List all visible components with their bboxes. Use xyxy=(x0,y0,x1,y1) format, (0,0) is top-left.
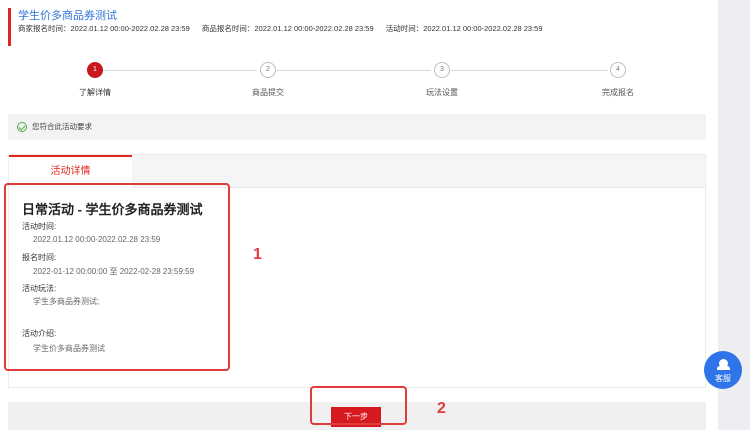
customer-service-button[interactable]: 客服 xyxy=(704,351,742,389)
eligibility-notice: 您符合此活动要求 xyxy=(8,114,706,140)
step-3-label: 玩法设置 xyxy=(426,88,458,97)
customer-service-label: 客服 xyxy=(715,374,731,383)
step-4-indicator: 4 xyxy=(610,62,626,78)
step-3-indicator: 3 xyxy=(434,62,450,78)
annotation-box-2 xyxy=(310,386,407,425)
annotation-box-1 xyxy=(4,183,230,371)
step-connector xyxy=(277,70,431,71)
step-4-label: 完成报名 xyxy=(602,88,634,97)
annotation-number-2: 2 xyxy=(437,400,446,417)
eligibility-text: 您符合此活动要求 xyxy=(32,122,92,131)
check-circle-icon xyxy=(17,122,27,132)
headset-icon xyxy=(717,359,730,370)
activity-time-info: 商家报名时间：2022.01.12 00:00-2022.02.28 23:59… xyxy=(18,23,708,35)
step-1-indicator: 1 xyxy=(87,62,103,78)
product-signup-time: 商品报名时间：2022.01.12 00:00-2022.02.28 23:59 xyxy=(201,24,374,33)
merchant-signup-time: 商家报名时间：2022.01.12 00:00-2022.02.28 23:59 xyxy=(18,24,190,33)
progress-steps: 1 了解详情 2 商品提交 3 玩法设置 4 完成报名 xyxy=(0,62,718,100)
step-1-label: 了解详情 xyxy=(79,88,111,97)
step-connector xyxy=(451,70,608,71)
activity-header: 学生价多商品券测试 商家报名时间：2022.01.12 00:00-2022.0… xyxy=(8,8,708,46)
page: 学生价多商品券测试 商家报名时间：2022.01.12 00:00-2022.0… xyxy=(0,0,750,430)
step-2-indicator: 2 xyxy=(260,62,276,78)
step-2-label: 商品提交 xyxy=(252,88,284,97)
activity-title: 学生价多商品券测试 xyxy=(18,10,117,22)
annotation-number-1: 1 xyxy=(253,246,262,263)
activity-time: 活动时间：2022.01.12 00:00-2022.02.28 23:59 xyxy=(385,24,543,33)
step-connector xyxy=(103,70,257,71)
